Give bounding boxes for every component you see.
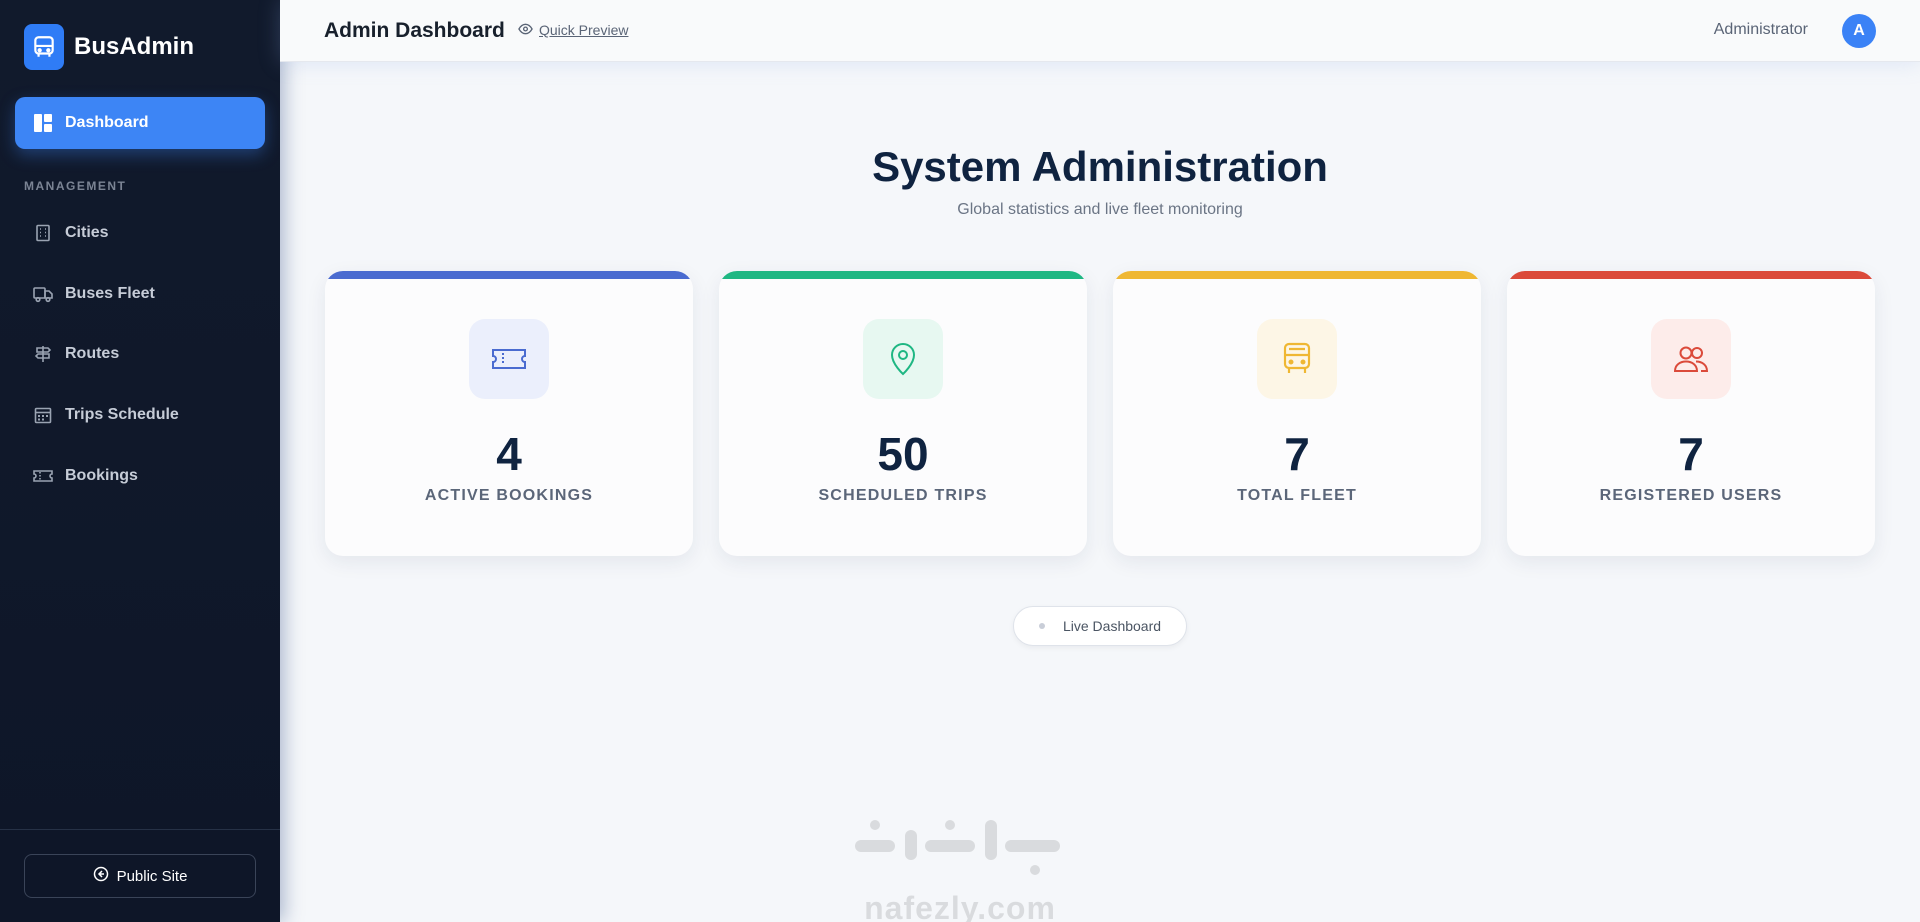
page-subtitle: Global statistics and live fleet monitor… (957, 201, 1243, 218)
stat-label: TOTAL FLEET (1237, 487, 1357, 504)
stat-label: SCHEDULED TRIPS (818, 487, 988, 504)
users-icon (1651, 319, 1731, 399)
bus-icon (1257, 319, 1337, 399)
watermark: nafezly.com (845, 810, 1075, 922)
card-accent-bar (719, 271, 1087, 279)
stat-card-total-fleet: 7 TOTAL FLEET (1113, 271, 1481, 556)
quick-preview-link[interactable]: Quick Preview (518, 22, 628, 38)
public-site-button[interactable]: Public Site (24, 854, 256, 898)
live-dashboard-label: Live Dashboard (1062, 618, 1162, 634)
stat-card-registered-users: 7 REGISTERED USERS (1507, 271, 1875, 556)
sidebar-item-label: Dashboard (65, 114, 149, 131)
live-dashboard-badge: Live Dashboard (1013, 606, 1187, 646)
quick-preview-label: Quick Preview (539, 22, 629, 38)
card-accent-bar (1113, 271, 1481, 279)
sidebar-item-dashboard[interactable]: Dashboard (15, 97, 265, 149)
stat-value: 50 (877, 428, 929, 480)
calendar-icon (33, 405, 53, 425)
sidebar-item-label: Routes (65, 345, 120, 362)
live-dot (1038, 623, 1045, 629)
sidebar-item-bookings[interactable]: Bookings (15, 451, 265, 501)
building-icon (33, 223, 53, 243)
sidebar-divider (0, 829, 280, 830)
stat-card-active-bookings: 4 ACTIVE BOOKINGS (325, 271, 693, 556)
stat-card-scheduled-trips: 50 SCHEDULED TRIPS (719, 271, 1087, 556)
arrow-left-circle-icon (93, 866, 109, 886)
ticket-icon (33, 466, 53, 486)
sidebar-item-label: Bookings (65, 467, 138, 484)
stat-label: ACTIVE BOOKINGS (424, 487, 594, 504)
page-title: System Administration (872, 143, 1328, 190)
stat-value: 4 (496, 428, 522, 480)
brand-name: BusAdmin (74, 33, 194, 60)
sidebar-item-label: Buses Fleet (65, 285, 155, 302)
watermark-logo-icon (855, 820, 1060, 875)
card-accent-bar (1507, 271, 1875, 279)
sidebar-item-routes[interactable]: Routes (15, 329, 265, 379)
sidebar-item-label: Trips Schedule (65, 406, 179, 423)
sidebar-item-label: Cities (65, 224, 109, 241)
dashboard-icon (33, 113, 53, 133)
signpost-icon (33, 344, 53, 364)
brand[interactable]: BusAdmin (24, 24, 194, 70)
top-header: Admin Dashboard Quick Preview Administra… (280, 0, 1920, 62)
card-accent-bar (325, 271, 693, 279)
watermark-text: nafezly.com (864, 890, 1056, 922)
truck-icon (33, 284, 53, 304)
eye-icon (518, 22, 533, 38)
sidebar: BusAdmin Dashboard MANAGEMENT Cities Bus… (0, 0, 280, 922)
map-pin-icon (863, 319, 943, 399)
avatar[interactable]: A (1842, 14, 1876, 48)
user-name[interactable]: Administrator (1714, 21, 1808, 39)
ticket-icon (469, 319, 549, 399)
stat-label: REGISTERED USERS (1599, 487, 1783, 504)
sidebar-item-cities[interactable]: Cities (15, 208, 265, 258)
public-site-label: Public Site (116, 867, 188, 885)
sidebar-item-trips-schedule[interactable]: Trips Schedule (15, 390, 265, 440)
section-label-management: MANAGEMENT (24, 179, 127, 193)
stat-value: 7 (1284, 428, 1310, 480)
bus-logo-icon (24, 24, 64, 70)
stat-value: 7 (1678, 428, 1704, 480)
sidebar-item-buses-fleet[interactable]: Buses Fleet (15, 269, 265, 319)
page-header-title: Admin Dashboard (324, 19, 505, 42)
